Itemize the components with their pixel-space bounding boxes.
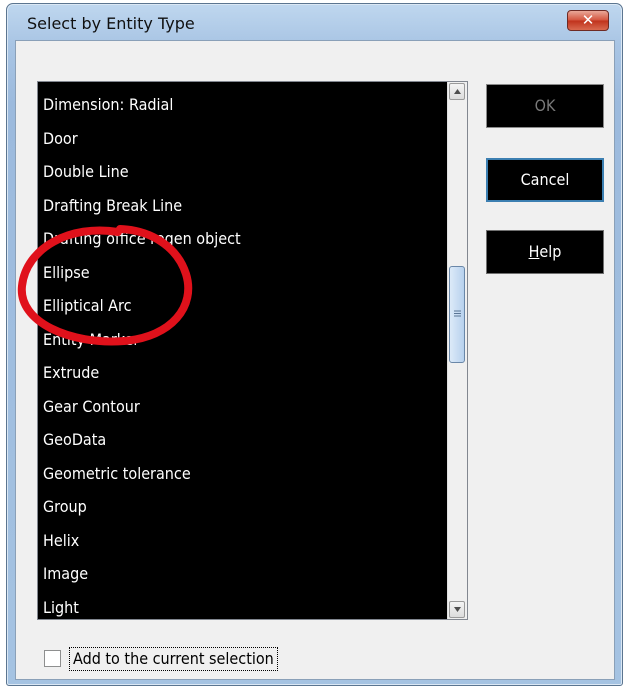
list-item[interactable]: Extrude [38,356,438,390]
list-item[interactable]: Elliptical Arc [38,289,438,323]
list-item[interactable]: Image [38,557,438,591]
entity-type-list: Dimension: Radial Door Double Line Drafting… [38,88,438,620]
list-item[interactable]: Door [38,122,438,156]
list-item[interactable]: Dimension: Radial [38,88,438,122]
list-item[interactable]: Ellipse [38,256,438,290]
list-item[interactable]: Group [38,490,438,524]
dialog-body: Dimension: Radial Door Double Line Drafting… [15,40,615,680]
dialog-window: Select by Entity Type ✕ Dimension: Radia… [6,3,623,686]
help-mnemonic: H [528,242,540,261]
arrow-up-icon [454,89,461,94]
add-to-selection-label[interactable]: Add to the current selection [69,647,278,671]
list-item[interactable]: Drafting office regen object [38,222,438,256]
list-item[interactable]: GeoData [38,423,438,457]
entity-type-listbox[interactable]: Dimension: Radial Door Double Line Drafting… [37,81,468,620]
dialog-title: Select by Entity Type [27,14,195,33]
list-item[interactable]: Helix [38,524,438,558]
close-icon: ✕ [581,11,595,29]
title-bar[interactable]: Select by Entity Type ✕ [7,4,622,34]
list-item[interactable]: Gear Contour [38,390,438,424]
cancel-button[interactable]: Cancel [486,158,604,202]
grip-icon [454,310,461,317]
help-button[interactable]: Help [486,230,604,274]
help-label: elp [539,242,562,261]
close-button[interactable]: ✕ [567,10,609,31]
vertical-scrollbar[interactable] [447,82,467,619]
scroll-thumb[interactable] [449,266,465,363]
scroll-up-button[interactable] [449,83,465,100]
scroll-down-button[interactable] [449,601,465,618]
list-item[interactable]: Entity Marker [38,323,438,357]
list-item[interactable]: Double Line [38,155,438,189]
list-item[interactable]: Light [38,591,438,620]
add-to-selection-checkbox[interactable] [44,650,61,667]
ok-button[interactable]: OK [486,84,604,128]
arrow-down-icon [454,607,461,612]
list-item[interactable]: Drafting Break Line [38,189,438,223]
list-item[interactable]: Geometric tolerance [38,457,438,491]
